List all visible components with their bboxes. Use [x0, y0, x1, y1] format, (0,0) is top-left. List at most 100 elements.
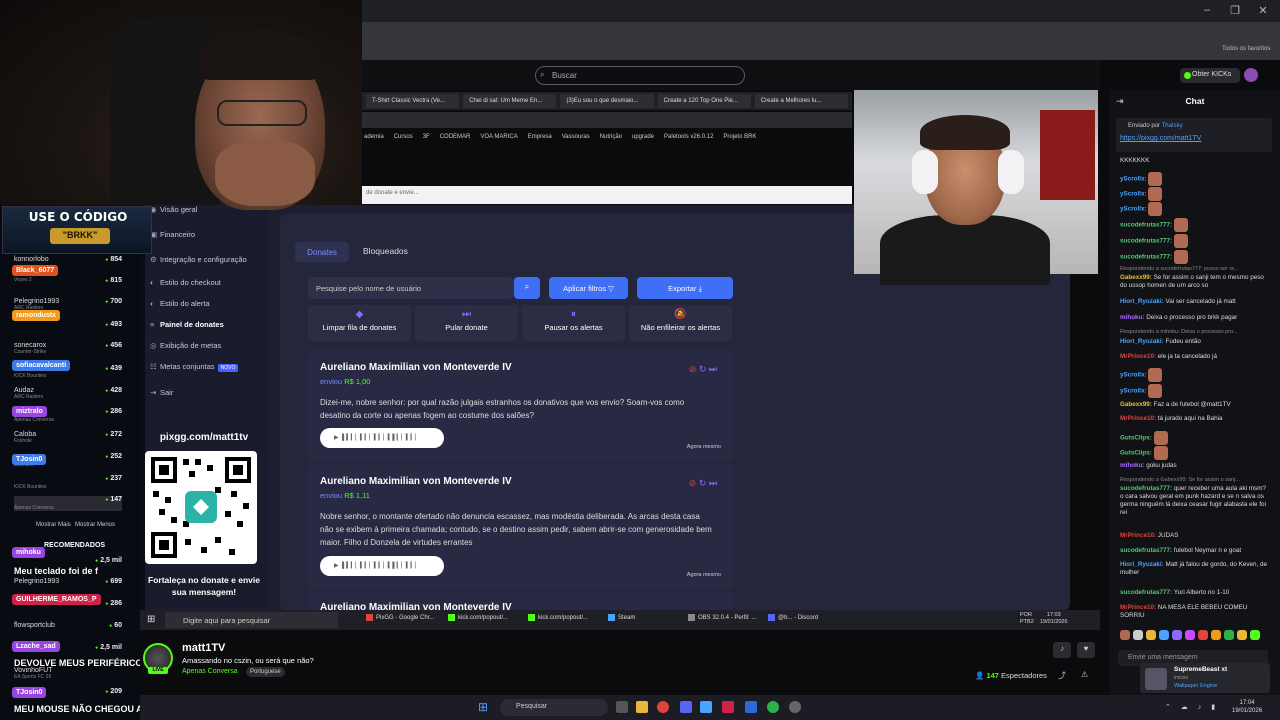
app-icon[interactable]: [767, 701, 779, 713]
streamer-name[interactable]: matt1TV: [182, 642, 225, 654]
chat-username[interactable]: sucodefrutas777:: [1120, 485, 1174, 492]
pause-alerts-button[interactable]: ⏸ Pausar os alertas: [522, 305, 625, 341]
bookmark[interactable]: Cursos: [394, 134, 413, 148]
system-tray[interactable]: ⌃ ☁ ♪ ▮: [1165, 703, 1219, 711]
report-icon[interactable]: ⚠: [1081, 670, 1088, 679]
taskbar-app[interactable]: @b... - Discord: [768, 614, 818, 621]
chat-username[interactable]: Gabexx99:: [1120, 274, 1154, 281]
skip-icon[interactable]: ⏭: [709, 478, 717, 488]
replay-icon[interactable]: ↻: [699, 364, 707, 374]
stream-tag[interactable]: Portuguese: [246, 667, 285, 677]
steam-icon[interactable]: [700, 701, 712, 713]
taskbar-app[interactable]: Steam: [608, 614, 635, 621]
sidebar-item-estilo-checkout[interactable]: ◐ Estilo do checkout: [150, 278, 221, 287]
folder-icon[interactable]: [636, 701, 648, 713]
taskbar-app[interactable]: kick.com/popout/...: [528, 614, 588, 621]
bookmark[interactable]: CODEMAR: [440, 134, 471, 148]
inner-taskbar-search[interactable]: Digite aqui para pesquisar: [165, 612, 338, 628]
chat-username[interactable]: MrPrince10:: [1120, 604, 1158, 611]
no-queue-alerts-button[interactable]: 🔕 Não enfileirar os alertas: [629, 305, 732, 341]
channel-row[interactable]: sonecarox456Counter-Strike: [14, 342, 122, 355]
emote-icon[interactable]: [1172, 630, 1182, 641]
emote-icon[interactable]: [1198, 630, 1208, 641]
follow-heart-button[interactable]: ♥: [1077, 642, 1095, 658]
chat-username[interactable]: mihoku:: [1120, 462, 1146, 469]
play-icon[interactable]: ▶: [334, 563, 339, 569]
rec-channel-row[interactable]: flowsportclub60: [14, 622, 122, 629]
search-button[interactable]: ⌕: [514, 277, 540, 299]
windows-icon[interactable]: ⊞: [147, 614, 155, 625]
block-icon[interactable]: ⊘: [689, 364, 697, 374]
chat-username[interactable]: sucodefrutas777:: [1120, 254, 1174, 261]
emote-icon[interactable]: [1211, 630, 1221, 641]
sidebar-item-sair[interactable]: ⇥ Sair: [150, 388, 173, 397]
chat-username[interactable]: yScrollx:: [1120, 388, 1148, 395]
show-less-link[interactable]: Mostrar Menos: [75, 522, 115, 528]
bookmark[interactable]: Projeto BRK: [723, 134, 756, 148]
bookmark[interactable]: Paletools v26.0.12: [664, 134, 713, 148]
channel-row[interactable]: Vezes 2815: [14, 277, 122, 284]
skip-icon[interactable]: ⏭: [709, 364, 717, 374]
bookmark[interactable]: Empresa: [528, 134, 552, 148]
windows-start-icon[interactable]: ⊞: [478, 701, 490, 713]
apply-filters-button[interactable]: Aplicar filtros ▽: [549, 277, 628, 299]
bookmark[interactable]: VOA MARICA: [480, 134, 517, 148]
inner-tab[interactable]: Chei di sal: Um Meme En...: [463, 94, 557, 108]
emote-icon[interactable]: [1146, 630, 1156, 641]
app-icon[interactable]: [722, 701, 734, 713]
chat-username[interactable]: sucodefrutas777:: [1120, 222, 1174, 229]
stream-category[interactable]: Apenas Conversa: [182, 668, 238, 675]
search-input[interactable]: Buscar: [535, 66, 745, 85]
inner-tab[interactable]: (3)Eu sou o que desmaio...: [560, 94, 654, 108]
notification-bell-button[interactable]: ♪: [1053, 642, 1071, 658]
show-more-link[interactable]: Mostrar Mais: [36, 522, 71, 528]
chat-username[interactable]: yScrollx:: [1120, 206, 1148, 213]
sidebar-item-visao-geral[interactable]: ◉ Visão geral: [150, 205, 197, 214]
bookmark[interactable]: upgrade: [632, 134, 654, 148]
chat-username[interactable]: sucodefrutas777:: [1120, 589, 1174, 596]
chat-username[interactable]: yScrollx:: [1120, 176, 1148, 183]
channel-row[interactable]: 237KICK Bounties: [14, 475, 122, 490]
rec-channel-row[interactable]: VovinhoFUT EA Sports FC 26: [14, 667, 122, 680]
chat-username[interactable]: MrPrince10:: [1120, 353, 1158, 360]
inner-tab[interactable]: Create a Melhores lu...: [754, 94, 849, 108]
username-search-input[interactable]: Pesquise pelo nome de usuário: [308, 277, 514, 299]
skip-donate-button[interactable]: ⏭ Pular donate: [415, 305, 518, 341]
minimize-icon[interactable]: –: [1200, 4, 1214, 18]
maximize-icon[interactable]: ❐: [1228, 4, 1242, 18]
inner-address-bar[interactable]: [362, 112, 852, 128]
chat-username[interactable]: yScrollx:: [1120, 372, 1148, 379]
replay-icon[interactable]: ↻: [699, 478, 707, 488]
audio-player[interactable]: ▶ ▌▍▎▏▍▎▏▍▎▏▍▌▎▏▍▎▏: [320, 556, 444, 576]
inner-taskbar-clock[interactable]: 17:03 19/01/2026: [1040, 612, 1068, 626]
channel-row[interactable]: 147Apenas Conversa: [14, 496, 122, 511]
app-icon[interactable]: [745, 701, 757, 713]
sidebar-item-estilo-alerta[interactable]: ◐ Estilo do alerta: [150, 299, 210, 308]
chat-username[interactable]: Hiori_Ryuzaki:: [1120, 561, 1166, 568]
rec-channel-row[interactable]: Pelegrino1993699: [14, 578, 122, 585]
obs-icon[interactable]: [789, 701, 801, 713]
sidebar-item-exibicao-metas[interactable]: ◎ Exibição de metas: [150, 341, 221, 350]
chat-username[interactable]: Hiori_Ryuzaki:: [1120, 338, 1166, 345]
chat-username[interactable]: GutsClips:: [1120, 450, 1154, 457]
channel-row[interactable]: Audaz428ARC Raiders: [14, 387, 122, 400]
user-avatar[interactable]: [1244, 68, 1258, 82]
chat-username[interactable]: MrPrince10:: [1120, 532, 1158, 539]
favorites-bar-label[interactable]: Todos os favoritos: [1222, 46, 1270, 52]
bookmark[interactable]: 3F: [423, 134, 430, 148]
chat-username[interactable]: GutsClips:: [1120, 435, 1154, 442]
emote-icon[interactable]: [1224, 630, 1234, 641]
emote-icon[interactable]: [1185, 630, 1195, 641]
tab-bloqueados[interactable]: Bloqueados: [363, 246, 408, 256]
sidebar-item-metas-conjuntas[interactable]: ☷ Metas conjuntas NOVO: [150, 362, 239, 372]
channel-row[interactable]: Caloba272Foxhole: [14, 431, 122, 444]
bookmark[interactable]: ademia: [364, 134, 384, 148]
tab-donates[interactable]: Donates: [295, 242, 349, 262]
sidebar-item-financeiro[interactable]: ▣ Financeiro: [150, 230, 195, 239]
play-icon[interactable]: ▶: [334, 435, 339, 441]
chat-username[interactable]: mihoku:: [1120, 314, 1146, 321]
inner-tab[interactable]: T-Shirt Classic Vectra (Ve...: [366, 94, 460, 108]
emote-bar[interactable]: [1120, 630, 1270, 644]
inner-tab[interactable]: Create a 120 Top One Pie...: [657, 94, 751, 108]
block-icon[interactable]: ⊘: [689, 478, 697, 488]
